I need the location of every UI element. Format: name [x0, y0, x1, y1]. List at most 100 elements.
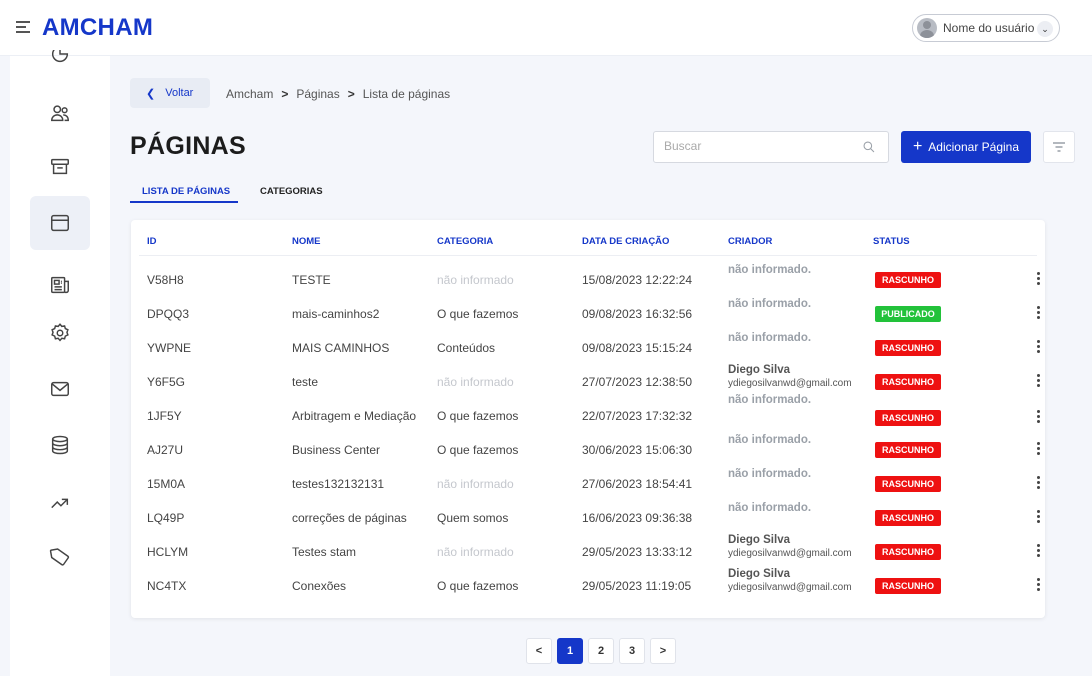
- back-label: Voltar: [165, 87, 194, 99]
- filter-button[interactable]: [1043, 131, 1075, 163]
- table-row[interactable]: 1JF5Y Arbitragem e Mediação O que fazemos 2…: [131, 394, 1045, 432]
- cell-name: Conexões: [292, 579, 347, 593]
- status-badge: RASCUNHO: [875, 374, 941, 390]
- cell-category: não informado: [437, 273, 514, 287]
- column-header-status[interactable]: STATUS: [873, 236, 910, 247]
- sidebar-item-settings[interactable]: [30, 306, 90, 360]
- table-row[interactable]: AJ27U Business Center O que fazemos 30/06/2…: [131, 432, 1045, 466]
- column-header-categoria[interactable]: CATEGORIA: [437, 236, 493, 247]
- status-badge: RASCUNHO: [875, 272, 941, 288]
- cell-id: AJ27U: [147, 443, 184, 457]
- sidebar-item-news[interactable]: [30, 258, 90, 312]
- cell-category: O que fazemos: [437, 579, 519, 593]
- cell-category: Quem somos: [437, 511, 509, 525]
- cell-id: 15M0A: [147, 477, 186, 491]
- breadcrumb-item-lista: Lista de páginas: [362, 87, 451, 101]
- table-row[interactable]: HCLYM Testes stam não informado 29/05/2023 …: [131, 534, 1045, 568]
- more-options-icon[interactable]: [1035, 340, 1041, 355]
- tab-lista-de-paginas[interactable]: LISTA DE PÁGINAS: [142, 186, 230, 197]
- status-badge: RASCUNHO: [875, 340, 941, 356]
- cell-creator: não informado.: [728, 394, 812, 406]
- cell-date: 09/08/2023 15:15:24: [582, 341, 693, 355]
- cell-date: 16/06/2023 09:36:38: [582, 511, 693, 525]
- sidebar-item-database[interactable]: [30, 418, 90, 472]
- pagination-page-2[interactable]: 2: [588, 638, 614, 664]
- cell-id: 1JF5Y: [147, 409, 182, 423]
- archive-icon: [51, 158, 69, 175]
- cell-name: TESTE: [292, 273, 331, 287]
- breadcrumb-item-paginas[interactable]: Páginas: [296, 87, 339, 101]
- cell-creator-email: ydiegosilvanwd@gmail.com: [728, 582, 852, 593]
- breadcrumb-separator: >: [347, 87, 355, 101]
- sidebar: [10, 50, 110, 676]
- column-header-id[interactable]: ID: [147, 236, 157, 247]
- column-header-criador[interactable]: CRIADOR: [728, 236, 772, 247]
- table-row[interactable]: DPQQ3 mais-caminhos2 O que fazemos 09/08/20…: [131, 296, 1045, 330]
- cell-date: 27/06/2023 18:54:41: [582, 477, 693, 491]
- sidebar-item-archive[interactable]: [30, 140, 90, 194]
- sidebar-item-users[interactable]: [30, 86, 90, 140]
- back-button[interactable]: ❮ Voltar: [130, 78, 210, 108]
- cell-name: Arbitragem e Mediação: [292, 409, 417, 423]
- cell-category: não informado: [437, 545, 514, 559]
- add-page-button[interactable]: + Adicionar Página: [901, 131, 1031, 163]
- table-row[interactable]: YWPNE MAIS CAMINHOS Conteúdos 09/08/2023 15…: [131, 330, 1045, 364]
- pagination-page-1[interactable]: 1: [557, 638, 583, 664]
- column-header-nome[interactable]: NOME: [292, 236, 321, 247]
- cell-date: 09/08/2023 16:32:56: [582, 307, 693, 321]
- pagination-prev-button[interactable]: <: [526, 638, 552, 664]
- breadcrumb-separator: >: [281, 87, 289, 101]
- cell-category: O que fazemos: [437, 443, 519, 457]
- sidebar-item-trends[interactable]: [30, 476, 90, 530]
- more-options-icon[interactable]: [1035, 544, 1041, 559]
- more-options-icon[interactable]: [1035, 374, 1041, 389]
- chevron-left-icon: ❮: [146, 87, 156, 100]
- more-options-icon[interactable]: [1035, 578, 1041, 593]
- more-options-icon[interactable]: [1035, 442, 1041, 457]
- breadcrumb-item-amcham[interactable]: Amcham: [226, 87, 273, 101]
- pagination-next-button[interactable]: >: [650, 638, 676, 664]
- more-options-icon[interactable]: [1035, 510, 1041, 525]
- table-row[interactable]: LQ49P correções de páginas Quem somos 16/06…: [131, 500, 1045, 534]
- sidebar-item-mail[interactable]: [30, 362, 90, 416]
- mail-icon: [51, 381, 69, 397]
- more-options-icon[interactable]: [1035, 306, 1041, 321]
- search-icon[interactable]: [862, 140, 876, 154]
- newspaper-icon: [51, 276, 69, 294]
- tab-categorias[interactable]: CATEGORIAS: [260, 186, 323, 197]
- sidebar-item-tags[interactable]: [30, 530, 90, 584]
- status-badge: RASCUNHO: [875, 510, 941, 526]
- search-input[interactable]: [664, 139, 854, 153]
- sidebar-item-dashboard[interactable]: [30, 50, 90, 80]
- pagination-page-3[interactable]: 3: [619, 638, 645, 664]
- sidebar-item-pages[interactable]: [30, 196, 90, 250]
- breadcrumb: Amcham > Páginas > Lista de páginas: [226, 87, 450, 101]
- cell-date: 29/05/2023 13:33:12: [582, 545, 693, 559]
- column-header-data[interactable]: DATA DE CRIAÇÃO: [582, 236, 669, 247]
- more-options-icon[interactable]: [1035, 272, 1041, 287]
- more-options-icon[interactable]: [1035, 410, 1041, 425]
- menu-icon[interactable]: [16, 21, 30, 33]
- brand-logo[interactable]: AMCHAM: [42, 14, 153, 42]
- chevron-down-icon: ⌄: [1037, 21, 1053, 37]
- cell-date: 22/07/2023 17:32:32: [582, 409, 693, 423]
- active-tab-indicator: [130, 201, 238, 203]
- table-row[interactable]: Y6F5G teste não informado 27/07/2023 12:38:…: [131, 364, 1045, 398]
- cell-name: correções de páginas: [292, 511, 407, 525]
- user-menu[interactable]: Nome do usuário ⌄: [912, 14, 1060, 42]
- cell-category: O que fazemos: [437, 409, 519, 423]
- status-badge: RASCUNHO: [875, 442, 941, 458]
- cell-creator-name: Diego Silva: [728, 364, 790, 376]
- cell-creator: não informado.: [728, 332, 812, 344]
- table-row[interactable]: NC4TX Conexões O que fazemos 29/05/2023 11:…: [131, 568, 1045, 602]
- table-row[interactable]: V58H8 TESTE não informado 15/08/2023 12:22:…: [131, 262, 1045, 296]
- pagination: < 1 2 3 >: [526, 638, 676, 664]
- status-badge: RASCUNHO: [875, 476, 941, 492]
- pages-table: ID NOME CATEGORIA DATA DE CRIAÇÃO CRIADO…: [131, 220, 1045, 618]
- database-icon: [51, 435, 69, 455]
- more-options-icon[interactable]: [1035, 476, 1041, 491]
- cell-creator: não informado.: [728, 502, 812, 514]
- status-badge: RASCUNHO: [875, 578, 941, 594]
- table-row[interactable]: 15M0A testes132132131 não informado 27/06/2…: [131, 466, 1045, 500]
- top-bar: AMCHAM Nome do usuário ⌄: [0, 0, 1092, 56]
